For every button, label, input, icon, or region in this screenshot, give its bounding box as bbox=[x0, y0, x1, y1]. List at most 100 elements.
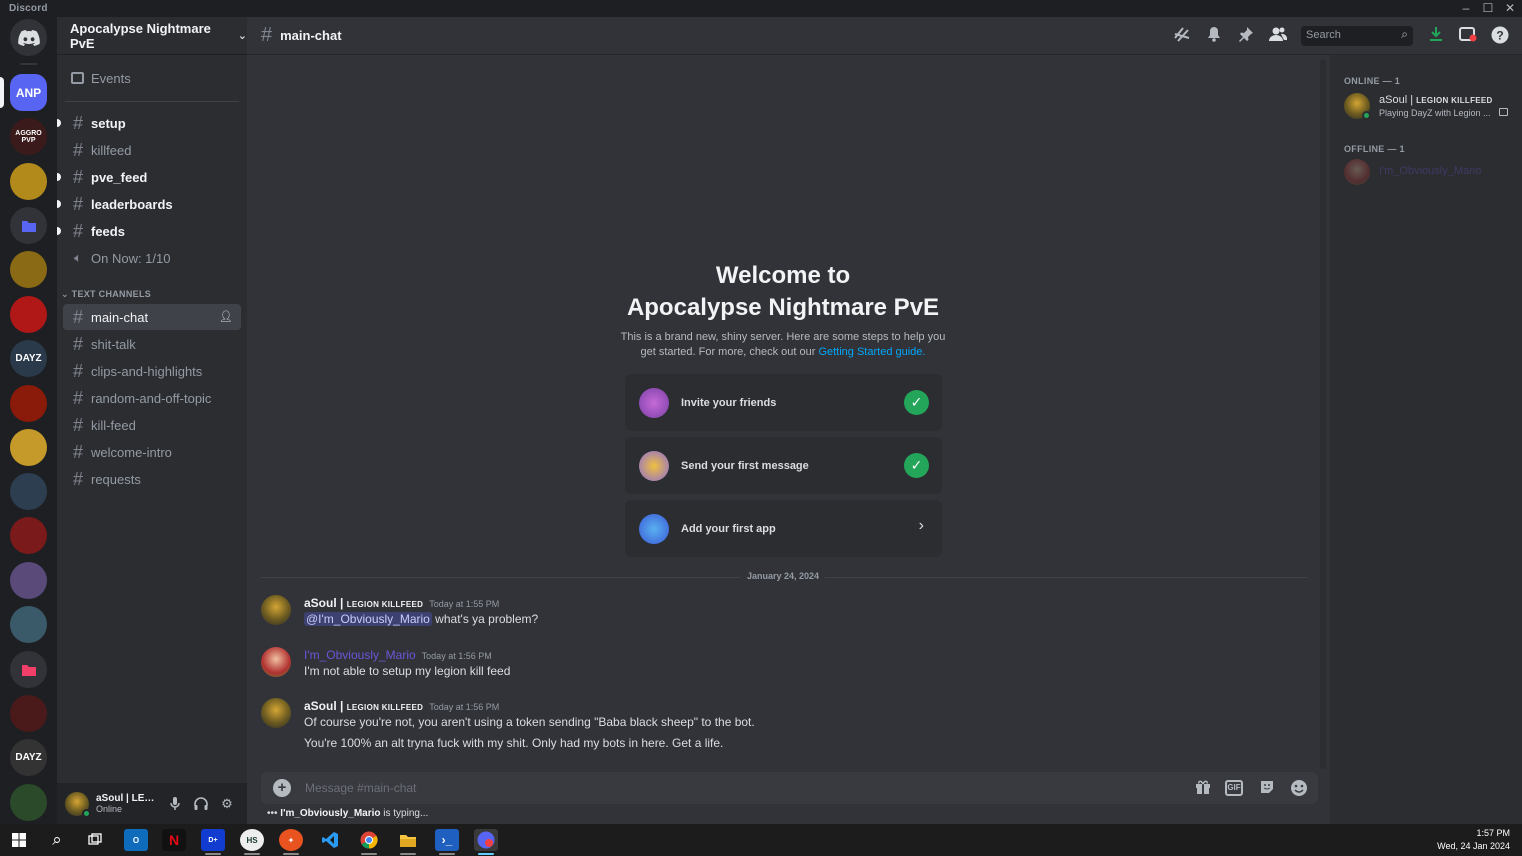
minimize-button[interactable]: – bbox=[1455, 0, 1477, 17]
message-composer[interactable]: + Message #main-chat GIF bbox=[261, 772, 1318, 804]
gif-icon[interactable]: GIF bbox=[1225, 780, 1243, 796]
server-icon[interactable] bbox=[10, 473, 47, 510]
message-author[interactable]: aSoul | LEGION KILLFEED bbox=[304, 596, 423, 610]
channel-voice[interactable]: 🔈︎ On Now: 1/10 bbox=[63, 245, 241, 271]
invite-friends-icon bbox=[639, 387, 669, 418]
member-list-icon[interactable] bbox=[1267, 26, 1289, 46]
server-icon[interactable] bbox=[10, 606, 47, 643]
pinned-messages-icon[interactable] bbox=[1235, 26, 1257, 46]
card-label: Send your first message bbox=[681, 459, 809, 472]
close-window-button[interactable]: ✕ bbox=[1499, 0, 1521, 17]
channel-text[interactable]: # feeds bbox=[57, 218, 241, 244]
sidebar-divider bbox=[65, 101, 239, 102]
avatar[interactable] bbox=[65, 791, 91, 818]
onboarding-card[interactable]: Add your first app › bbox=[625, 500, 942, 557]
notification-bell-icon[interactable] bbox=[1203, 26, 1225, 46]
main-chat-area: # main-chat Search ⌕ ? Welcome to Apocal… bbox=[247, 17, 1522, 824]
channel-text[interactable]: # requests bbox=[63, 466, 241, 492]
channel-text[interactable]: # shit-talk bbox=[63, 331, 241, 357]
message-author[interactable]: I'm_Obviously_Mario bbox=[304, 648, 416, 662]
message-input[interactable]: Message #main-chat bbox=[305, 781, 416, 795]
channel-text[interactable]: # random-and-off-topic bbox=[63, 385, 241, 411]
avatar[interactable] bbox=[261, 595, 291, 625]
maximize-button[interactable]: ☐ bbox=[1477, 0, 1499, 17]
help-icon[interactable]: ? bbox=[1489, 26, 1511, 46]
channel-header: # main-chat Search ⌕ ? bbox=[247, 17, 1522, 55]
server-icon[interactable] bbox=[10, 517, 47, 554]
server-icon[interactable] bbox=[10, 207, 47, 244]
settings-gear-icon[interactable]: ⚙ bbox=[214, 791, 240, 817]
channel-text[interactable]: # leaderboards bbox=[57, 191, 241, 217]
channel-text[interactable]: # killfeed bbox=[63, 137, 241, 163]
server-icon[interactable]: DAYZ bbox=[10, 739, 47, 776]
user-panel: aSoul | LEGI... Online ⚙ bbox=[57, 783, 247, 824]
server-icon[interactable] bbox=[10, 296, 47, 333]
onboarding-card[interactable]: Invite your friends ✓ bbox=[625, 374, 942, 431]
avatar[interactable] bbox=[261, 647, 291, 677]
scrollbar[interactable] bbox=[1320, 59, 1326, 769]
hs-app-icon[interactable]: HS bbox=[240, 829, 264, 851]
task-view-icon[interactable] bbox=[83, 829, 107, 851]
powershell-icon[interactable]: ›_ bbox=[435, 829, 459, 851]
server-header[interactable]: Apocalypse Nightmare PvE ⌄ bbox=[57, 17, 247, 55]
file-explorer-icon[interactable] bbox=[396, 829, 420, 851]
server-icon[interactable]: DAYZ bbox=[10, 340, 47, 377]
speaker-icon: 🔈︎ bbox=[74, 250, 82, 265]
member-item[interactable]: I'm_Obviously_Mario bbox=[1344, 155, 1514, 187]
headphones-icon[interactable] bbox=[188, 791, 214, 817]
server-icon[interactable]: ANP bbox=[10, 74, 47, 111]
search-icon[interactable]: ⌕ bbox=[45, 829, 69, 851]
attach-plus-icon[interactable]: + bbox=[273, 779, 291, 797]
server-icon[interactable] bbox=[10, 429, 47, 466]
server-icon[interactable] bbox=[10, 784, 47, 821]
discord-logo-icon bbox=[17, 29, 40, 46]
vscode-icon[interactable] bbox=[318, 829, 342, 851]
message-timestamp: Today at 1:56 PM bbox=[429, 702, 500, 712]
folder-icon bbox=[21, 220, 36, 232]
channel-text[interactable]: # clips-and-highlights bbox=[63, 358, 241, 384]
channel-name: main-chat bbox=[91, 309, 149, 325]
system-clock[interactable]: 1:57 PM Wed, 24 Jan 2024 bbox=[1437, 827, 1510, 853]
sticker-icon[interactable] bbox=[1257, 779, 1277, 797]
discord-taskbar-icon[interactable] bbox=[474, 829, 498, 851]
server-icon[interactable] bbox=[10, 695, 47, 732]
threads-icon[interactable] bbox=[1171, 26, 1193, 46]
app-icon-orange[interactable]: ✦ bbox=[279, 829, 303, 851]
channel-text[interactable]: # pve_feed bbox=[57, 164, 241, 190]
getting-started-link[interactable]: Getting Started guide. bbox=[818, 346, 925, 358]
category-text-channels[interactable]: ⌄ TEXT CHANNELS bbox=[61, 289, 151, 300]
outlook-icon[interactable]: O bbox=[124, 829, 148, 851]
create-invite-icon[interactable]: 👤︎ bbox=[219, 310, 233, 323]
avatar[interactable] bbox=[261, 698, 291, 728]
server-icon[interactable]: AGGRO PVP bbox=[10, 118, 47, 155]
server-icon[interactable] bbox=[10, 385, 47, 422]
channel-text[interactable]: # welcome-intro bbox=[63, 439, 241, 465]
server-icon[interactable] bbox=[10, 651, 47, 688]
channel-text[interactable]: # setup bbox=[57, 110, 241, 136]
user-mention[interactable]: @I'm_Obviously_Mario bbox=[304, 612, 432, 626]
channel-name: welcome-intro bbox=[91, 444, 172, 460]
chrome-icon[interactable] bbox=[357, 829, 381, 851]
onboarding-card[interactable]: Send your first message ✓ bbox=[625, 437, 942, 494]
gift-icon[interactable] bbox=[1193, 779, 1213, 797]
inbox-icon[interactable] bbox=[1457, 26, 1479, 46]
microphone-icon[interactable] bbox=[162, 791, 188, 817]
server-icon[interactable] bbox=[10, 163, 47, 200]
events-item[interactable]: Events bbox=[63, 65, 241, 91]
server-icon[interactable] bbox=[10, 251, 47, 288]
windows-start-icon[interactable] bbox=[7, 829, 31, 851]
emoji-icon[interactable] bbox=[1289, 779, 1309, 797]
search-input[interactable]: Search ⌕ bbox=[1301, 26, 1413, 46]
channel-text[interactable]: # main-chat 👤︎ bbox=[63, 304, 241, 330]
server-icon[interactable] bbox=[10, 562, 47, 599]
user-names[interactable]: aSoul | LEGI... Online bbox=[96, 793, 162, 814]
download-icon[interactable] bbox=[1425, 26, 1447, 46]
username: aSoul | LEGI... bbox=[96, 793, 162, 804]
member-item[interactable]: aSoul | LEGION KILLFEED Playing DayZ wit… bbox=[1344, 89, 1514, 121]
message-author[interactable]: aSoul | LEGION KILLFEED bbox=[304, 699, 423, 713]
disney-plus-icon[interactable]: D+ bbox=[201, 829, 225, 851]
running-indicator bbox=[478, 853, 494, 855]
channel-text[interactable]: # kill-feed bbox=[63, 412, 241, 438]
netflix-icon[interactable]: N bbox=[162, 829, 186, 851]
home-button[interactable] bbox=[10, 19, 47, 56]
